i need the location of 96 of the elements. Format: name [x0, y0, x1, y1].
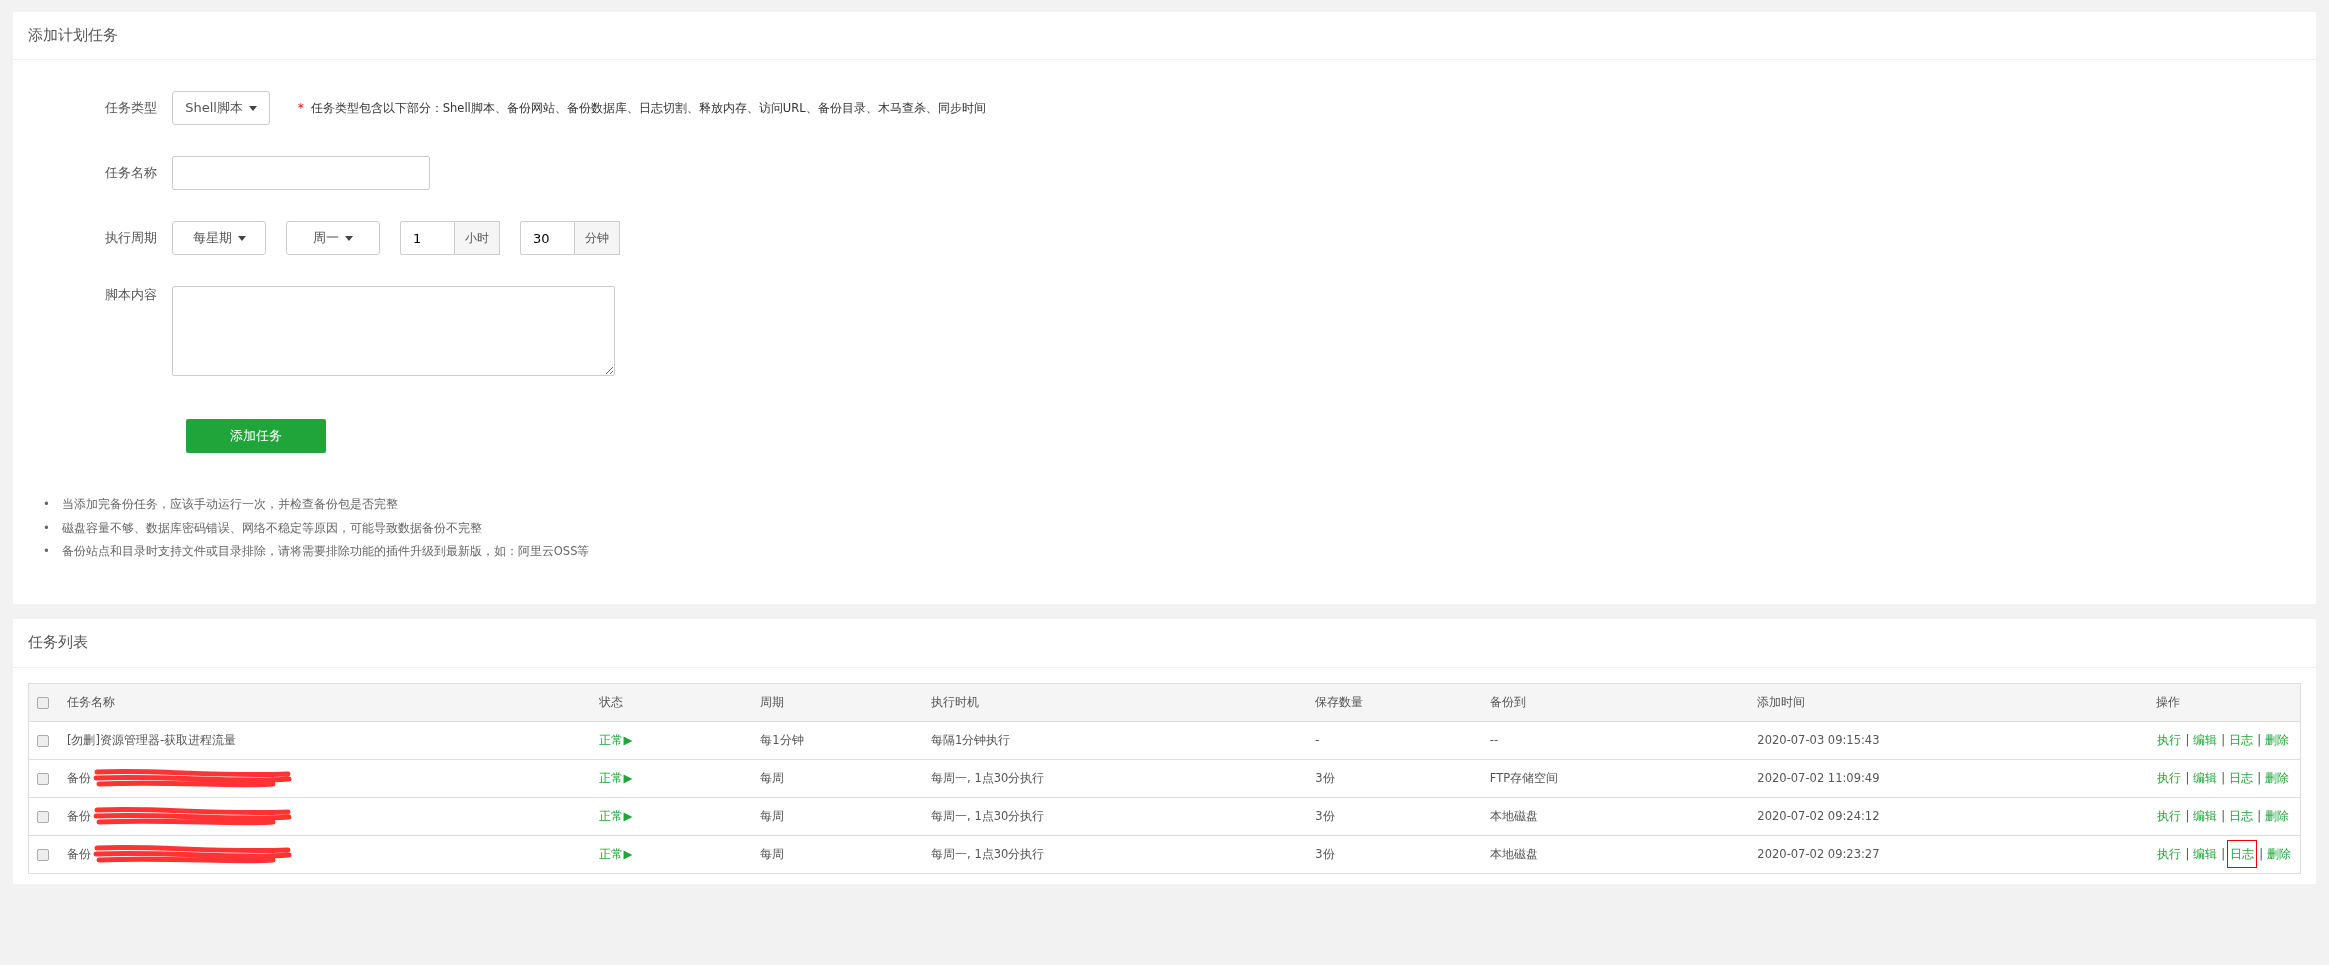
task-name: [勿删]资源管理器-获取进程流量	[66, 732, 237, 748]
table-cell: 3份	[1315, 770, 1335, 785]
separator: |	[2185, 732, 2190, 747]
action-link[interactable]: 执行	[2156, 845, 2183, 862]
script-field[interactable]	[172, 286, 615, 376]
field-label: 执行周期	[104, 229, 158, 247]
column-header: 备份到	[1489, 694, 1526, 709]
column-header: 添加时间	[1757, 694, 1806, 709]
column-header: 操作	[2156, 694, 2181, 709]
action-link[interactable]: 日志	[2228, 840, 2257, 867]
table-cell: 每周	[760, 770, 785, 785]
table-cell: 3份	[1315, 846, 1335, 861]
required-mark: *	[298, 100, 304, 116]
note-text: 当添加完备份任务，应该手动运行一次，并检查备份包是否完整	[61, 496, 398, 513]
note-text: 备份站点和目录时支持文件或目录排除，请将需要排除功能的插件升级到最新版，如：阿里云OSS等	[61, 543, 590, 560]
action-link[interactable]: 执行	[2156, 731, 2183, 748]
status-text: 正常▶	[599, 808, 633, 823]
caret-icon	[237, 235, 246, 241]
table-cell: 2020-07-02 09:23:27	[1757, 847, 1880, 861]
action-link[interactable]: 日志	[2228, 769, 2255, 786]
action-link[interactable]: 执行	[2156, 769, 2183, 786]
table-cell: --	[1489, 733, 1499, 747]
action-link[interactable]: 删除	[2264, 769, 2290, 786]
row-checkbox[interactable]	[37, 848, 49, 861]
separator: |	[2221, 770, 2226, 785]
minute-field[interactable]: 30	[520, 221, 575, 255]
action-link[interactable]: 删除	[2266, 845, 2292, 862]
task-name-field[interactable]	[172, 156, 430, 190]
action-link[interactable]: 编辑	[2192, 731, 2219, 748]
table-cell: 每周一, 1点30分执行	[931, 770, 1045, 785]
action-link[interactable]: 删除	[2264, 807, 2290, 824]
action-link[interactable]: 日志	[2228, 731, 2255, 748]
row-checkbox[interactable]	[37, 772, 49, 785]
table-cell: 每周	[760, 808, 785, 823]
card-title: 添加计划任务	[28, 26, 118, 45]
bullet: •	[43, 519, 50, 537]
table-cell: 本地磁盘	[1489, 846, 1538, 861]
separator: |	[2221, 732, 2226, 747]
separator: |	[2185, 770, 2190, 785]
table-cell: 每周一, 1点30分执行	[931, 808, 1045, 823]
action-link[interactable]: 删除	[2264, 731, 2290, 748]
add-task-button[interactable]: 添加任务	[186, 419, 326, 453]
table-cell: 3份	[1315, 808, 1335, 823]
field-label: 任务名称	[104, 164, 158, 182]
table-cell: 2020-07-02 09:24:12	[1757, 809, 1880, 823]
separator: |	[2185, 808, 2190, 823]
weekday-dropdown[interactable]: 周一	[286, 221, 380, 255]
caret-icon	[345, 235, 353, 241]
table-cell: 本地磁盘	[1489, 808, 1538, 823]
table-cell: 2020-07-03 09:15:43	[1757, 733, 1880, 747]
column-header: 保存数量	[1315, 694, 1364, 709]
column-header: 状态	[599, 694, 624, 709]
table-cell: FTP存储空间	[1489, 770, 1559, 785]
hour-field[interactable]: 1	[400, 221, 455, 255]
card-title: 任务列表	[28, 633, 88, 652]
note-text: 磁盘容量不够、数据库密码错误、网络不稳定等原因，可能导致数据备份不完整	[61, 519, 482, 537]
task-name: 备份	[66, 846, 91, 862]
separator: |	[2257, 770, 2261, 785]
separator: |	[2221, 808, 2226, 823]
bullet: •	[43, 496, 50, 513]
action-link[interactable]: 执行	[2156, 807, 2183, 824]
field-label: 任务类型	[104, 99, 158, 117]
table-cell: -	[1315, 733, 1320, 747]
status-text: 正常▶	[599, 732, 633, 747]
caret-icon	[248, 105, 257, 111]
select-all-checkbox[interactable]	[37, 696, 49, 709]
separator: |	[2259, 846, 2263, 861]
cycle-dropdown[interactable]: 每星期	[172, 221, 266, 255]
separator: |	[2185, 846, 2190, 861]
table-cell: 每周一, 1点30分执行	[931, 846, 1045, 861]
unit-label: 小时	[455, 221, 500, 255]
separator: |	[2221, 846, 2226, 861]
column-header: 任务名称	[66, 694, 115, 709]
table-cell: 每周	[760, 846, 785, 861]
action-link[interactable]: 编辑	[2192, 807, 2219, 824]
column-header: 周期	[760, 694, 785, 709]
hint-text: 任务类型包含以下部分：Shell脚本、备份网站、备份数据库、日志切割、释放内存、访问URL、备份目录、木马查杀、同步时间	[310, 100, 986, 116]
action-link[interactable]: 日志	[2228, 807, 2255, 824]
bullet: •	[43, 543, 50, 560]
action-link[interactable]: 编辑	[2192, 845, 2219, 862]
unit-label: 分钟	[575, 221, 620, 255]
table-cell: 2020-07-02 11:09:49	[1757, 771, 1880, 785]
status-text: 正常▶	[599, 846, 633, 861]
task-type-dropdown[interactable]: Shell脚本	[172, 91, 270, 125]
row-checkbox[interactable]	[37, 810, 49, 823]
separator: |	[2257, 732, 2261, 747]
action-link[interactable]: 编辑	[2192, 769, 2219, 786]
status-text: 正常▶	[599, 770, 633, 785]
task-name: 备份	[66, 770, 91, 786]
table-cell: 每1分钟	[760, 732, 804, 747]
table-cell: 每隔1分钟执行	[931, 732, 1011, 747]
row-checkbox[interactable]	[37, 734, 49, 747]
field-label: 脚本内容	[104, 286, 158, 304]
separator: |	[2257, 808, 2261, 823]
column-header: 执行时机	[931, 694, 980, 709]
task-name: 备份	[66, 808, 91, 824]
